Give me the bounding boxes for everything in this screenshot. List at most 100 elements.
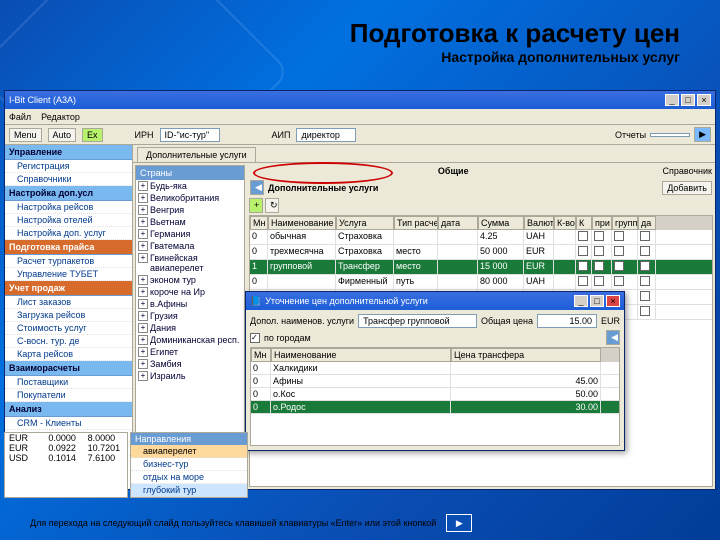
- tree-item[interactable]: Гватемала: [136, 240, 244, 252]
- table-row[interactable]: 0Фирменныйпуть80 000UAH: [250, 275, 712, 290]
- col-n[interactable]: Мн: [251, 348, 271, 362]
- tree-item[interactable]: Гвинейская авиаперелет: [136, 252, 244, 274]
- col-type[interactable]: Тип расчета: [394, 216, 438, 230]
- rate-cell: EUR: [7, 433, 46, 443]
- bottom-panels: EUR0.00008.0000 EUR0.092210.7201 USD0.10…: [4, 432, 248, 498]
- director-field[interactable]: директор: [296, 128, 356, 142]
- add-button[interactable]: Добавить: [662, 181, 712, 195]
- col-name[interactable]: Наименование: [268, 216, 336, 230]
- menu-file[interactable]: Файл: [9, 112, 31, 122]
- sidebar-item[interactable]: Настройка доп. услуг: [5, 227, 132, 240]
- col-n[interactable]: Мн: [250, 216, 268, 230]
- sidebar-group-price[interactable]: Подготовка прайса: [5, 240, 132, 255]
- close-button[interactable]: ×: [697, 94, 711, 106]
- auto-button[interactable]: Auto: [48, 128, 77, 142]
- table-row[interactable]: 0Афины45.00: [251, 375, 619, 388]
- slide-footer: Для перехода на следующий слайд пользуйт…: [30, 514, 690, 532]
- book-icon: 📘: [250, 296, 261, 307]
- sidebar-group-management[interactable]: Управление: [5, 145, 132, 160]
- direction-item[interactable]: отдых на море: [131, 471, 247, 484]
- tree-item[interactable]: Доминиканская респ.: [136, 334, 244, 346]
- col-grp[interactable]: групп: [612, 216, 638, 230]
- minimize-button[interactable]: _: [665, 94, 679, 106]
- service-name-label: Допол. наименов. услуги: [250, 316, 354, 326]
- col-sum[interactable]: Сумма: [478, 216, 524, 230]
- table-row[interactable]: 1групповойТрансферместо15 000EUR: [250, 260, 712, 275]
- tree-item[interactable]: Будь-яка: [136, 180, 244, 192]
- tab-services[interactable]: Дополнительные услуги: [137, 147, 256, 162]
- sidebar-group-settings[interactable]: Настройка доп.усл: [5, 186, 132, 201]
- sidebar-item[interactable]: Управление ТУБЕТ: [5, 268, 132, 281]
- table-row[interactable]: 0трехмесячнаСтраховкаместо50 000EUR: [250, 245, 712, 260]
- sidebar-item[interactable]: Поставщики: [5, 376, 132, 389]
- price-dialog: 📘 Уточнение цен дополнительной услуги _ …: [245, 291, 625, 451]
- col-pri[interactable]: при: [592, 216, 612, 230]
- sidebar-item[interactable]: Настройка отелей: [5, 214, 132, 227]
- plus-icon[interactable]: +: [249, 198, 263, 213]
- by-cities-checkbox[interactable]: [250, 333, 260, 343]
- tree-item[interactable]: Венгрия: [136, 204, 244, 216]
- col-price[interactable]: Цена трансфера: [451, 348, 601, 362]
- collapse-icon[interactable]: ◀: [250, 180, 264, 195]
- menu-edit[interactable]: Редактор: [41, 112, 80, 122]
- sidebar-item[interactable]: Карта рейсов: [5, 348, 132, 361]
- collapse-icon[interactable]: ◀: [606, 330, 620, 345]
- menu-button[interactable]: Menu: [9, 128, 42, 142]
- direction-item[interactable]: глубокий тур: [131, 484, 247, 497]
- refresh-icon[interactable]: ↻: [265, 198, 279, 213]
- tree-item[interactable]: эконом тур: [136, 274, 244, 286]
- direction-item[interactable]: бизнес-тур: [131, 458, 247, 471]
- sidebar-group-settlements[interactable]: Взаиморасчеты: [5, 361, 132, 376]
- sidebar-item[interactable]: С-восн. тур. де: [5, 335, 132, 348]
- direction-item[interactable]: авиаперелет: [131, 445, 247, 458]
- service-name-field[interactable]: Трансфер групповой: [358, 314, 477, 328]
- sidebar-item[interactable]: Расчет турпакетов: [5, 255, 132, 268]
- grid-title: Дополнительные услуги: [268, 183, 378, 193]
- sidebar-item[interactable]: CRM - Клиенты: [5, 417, 132, 430]
- col-qty[interactable]: К-во: [554, 216, 576, 230]
- sidebar-item[interactable]: Покупатели: [5, 389, 132, 402]
- price-field[interactable]: 15.00: [537, 314, 597, 328]
- maximize-button[interactable]: □: [681, 94, 695, 106]
- tree-item[interactable]: Дания: [136, 322, 244, 334]
- tree-item[interactable]: Великобритания: [136, 192, 244, 204]
- sidebar-item[interactable]: Справочники: [5, 173, 132, 186]
- operator-field[interactable]: ID-"ис-тур": [160, 128, 220, 142]
- tree-item[interactable]: Израиль: [136, 370, 244, 382]
- sidebar-item[interactable]: Лист заказов: [5, 296, 132, 309]
- table-row[interactable]: 0обычнаяСтраховка4.25UAH: [250, 230, 712, 245]
- grid-header: Мн Наименование Услуга Тип расчета дата …: [250, 216, 712, 230]
- col-curr[interactable]: Валюта: [524, 216, 554, 230]
- tree-item[interactable]: Германия: [136, 228, 244, 240]
- sidebar-item[interactable]: Настройка рейсов: [5, 201, 132, 214]
- tree-item[interactable]: Вьетнам: [136, 216, 244, 228]
- tree-item[interactable]: Грузия: [136, 310, 244, 322]
- sidebar-item[interactable]: Стоимость услуг: [5, 322, 132, 335]
- col-service[interactable]: Услуга: [336, 216, 394, 230]
- ex-button[interactable]: Ex: [82, 128, 103, 142]
- sidebar-group-analysis[interactable]: Анализ: [5, 402, 132, 417]
- reports-go-button[interactable]: ▶: [694, 127, 711, 142]
- col-da[interactable]: да: [638, 216, 656, 230]
- tree-item[interactable]: в.Афины: [136, 298, 244, 310]
- dialog-min-button[interactable]: _: [574, 295, 588, 307]
- tree-item[interactable]: Замбия: [136, 358, 244, 370]
- col-name[interactable]: Наименование: [271, 348, 451, 362]
- tree-item[interactable]: короче на Ир: [136, 286, 244, 298]
- sidebar-item[interactable]: Регистрация: [5, 160, 132, 173]
- table-row[interactable]: 0о.Кос50.00: [251, 388, 619, 401]
- table-row[interactable]: 0Халкидики: [251, 362, 619, 375]
- sidebar-item[interactable]: Загрузка рейсов: [5, 309, 132, 322]
- reports-field[interactable]: [650, 133, 690, 137]
- dialog-close-button[interactable]: ×: [606, 295, 620, 307]
- col-k[interactable]: К: [576, 216, 592, 230]
- rate-cell: 0.0000: [46, 433, 85, 443]
- sidebar-group-sales[interactable]: Учет продаж: [5, 281, 132, 296]
- table-row[interactable]: 0о.Родос30.00: [251, 401, 619, 414]
- rate-cell: 0.1014: [46, 453, 85, 463]
- next-button[interactable]: ▶: [446, 514, 472, 532]
- col-date[interactable]: дата: [438, 216, 478, 230]
- tree-item[interactable]: Египет: [136, 346, 244, 358]
- window-title: I-Bit Client (A3A): [9, 95, 663, 105]
- dialog-max-button[interactable]: □: [590, 295, 604, 307]
